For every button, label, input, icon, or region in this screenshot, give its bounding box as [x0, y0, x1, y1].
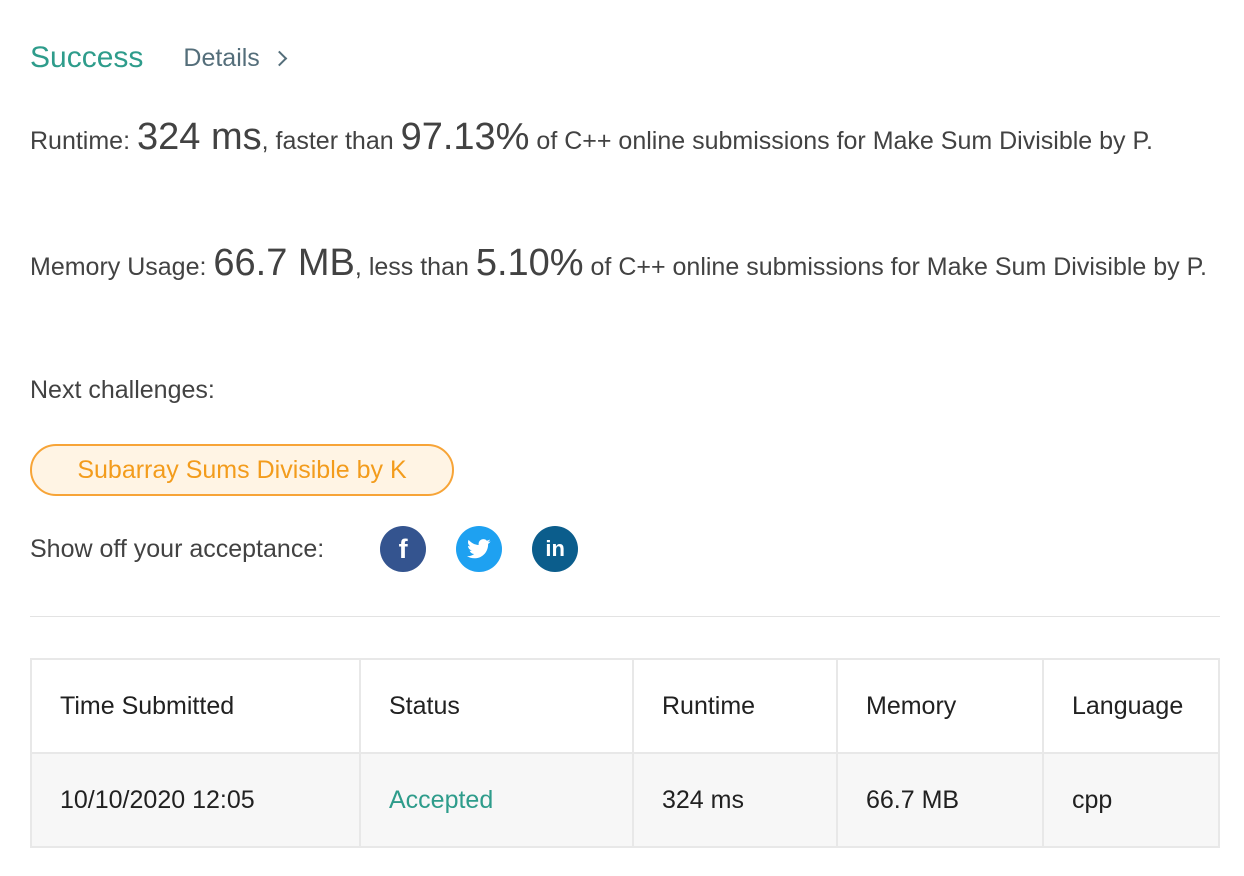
column-header-status: Status	[359, 658, 634, 754]
section-divider	[30, 616, 1220, 617]
memory-percentile: 5.10%	[475, 242, 584, 284]
memory-summary: Memory Usage: 66.7 MB, less than 5.10% o…	[30, 242, 1214, 288]
column-header-language: Language	[1042, 658, 1220, 754]
linkedin-icon[interactable]: in	[532, 526, 579, 572]
chevron-right-icon	[271, 50, 288, 66]
status-accepted-link[interactable]: Accepted	[389, 786, 493, 814]
share-row: Show off your acceptance: f in	[30, 524, 579, 574]
result-header: Success Details	[30, 36, 288, 80]
runtime-percentile: 97.13%	[400, 116, 530, 158]
runtime-tail-text: of C++ online submissions for Make Sum D…	[529, 127, 1153, 155]
cell-status: Accepted	[359, 752, 634, 848]
memory-tail-text: of C++ online submissions for Make Sum D…	[583, 253, 1208, 281]
memory-label: Memory Usage:	[30, 253, 214, 281]
facebook-glyph: f	[398, 533, 408, 564]
twitter-bird	[467, 539, 491, 559]
cell-runtime: 324 ms	[632, 752, 838, 848]
success-status: Success	[30, 41, 144, 74]
cell-memory: 66.7 MB	[836, 752, 1044, 848]
memory-value: 66.7 MB	[213, 242, 355, 284]
submissions-table: Time Submitted Status Runtime Memory Lan…	[30, 658, 1220, 848]
table-header-row: Time Submitted Status Runtime Memory Lan…	[30, 658, 1220, 754]
runtime-value: 324 ms	[136, 116, 262, 158]
memory-mid-text: , less than	[354, 253, 476, 281]
cell-time-submitted: 10/10/2020 12:05	[30, 752, 361, 848]
next-challenge-chip[interactable]: Subarray Sums Divisible by K	[30, 444, 454, 496]
details-link[interactable]: Details	[183, 43, 288, 73]
column-header-memory: Memory	[836, 658, 1044, 754]
runtime-mid-text: , faster than	[261, 127, 401, 155]
column-header-runtime: Runtime	[632, 658, 838, 754]
table-row: 10/10/2020 12:05 Accepted 324 ms 66.7 MB…	[30, 752, 1220, 848]
cell-language: cpp	[1042, 752, 1220, 848]
runtime-label: Runtime:	[30, 127, 137, 155]
linkedin-glyph: in	[545, 536, 565, 561]
next-challenges-label: Next challenges:	[30, 376, 215, 404]
column-header-time: Time Submitted	[30, 658, 361, 754]
twitter-icon[interactable]	[456, 526, 503, 572]
facebook-icon[interactable]: f	[380, 526, 427, 572]
runtime-summary: Runtime: 324 ms, faster than 97.13% of C…	[30, 116, 1214, 162]
details-label: Details	[183, 43, 260, 72]
share-label: Show off your acceptance:	[30, 534, 325, 563]
